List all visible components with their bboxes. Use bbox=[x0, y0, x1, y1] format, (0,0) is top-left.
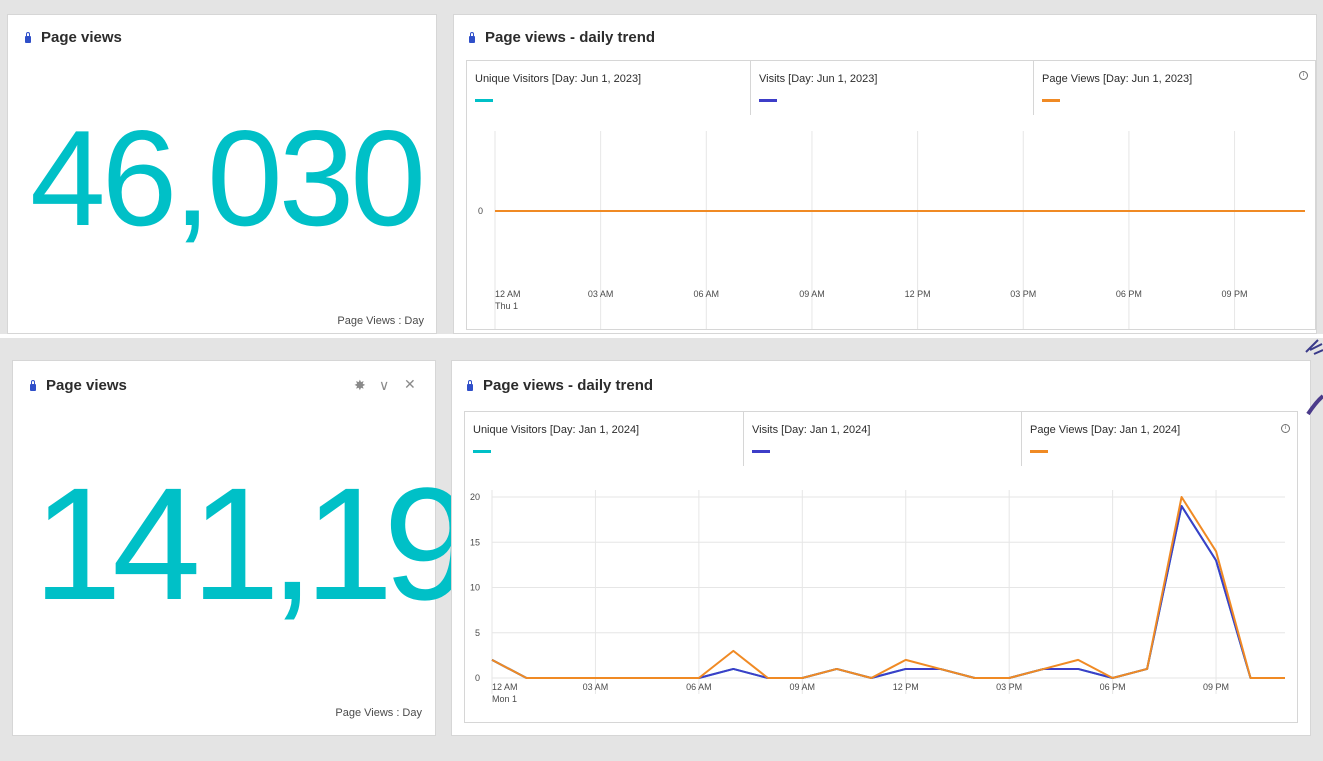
gear-icon[interactable]: ✸ bbox=[354, 378, 366, 392]
chevron-down-icon[interactable]: ∨ bbox=[379, 378, 389, 392]
trend-panel-bottom: Page views - daily trend Unique Visitors… bbox=[451, 360, 1311, 736]
x-tick-label: 09 AM bbox=[790, 682, 816, 692]
legend-item-visits[interactable]: Visits [Day: Jan 1, 2024] bbox=[743, 412, 1021, 466]
legend-item-unique-visitors[interactable]: Unique Visitors [Day: Jan 1, 2024] bbox=[465, 412, 743, 466]
info-icon[interactable]: i bbox=[1281, 424, 1290, 433]
legend-swatch bbox=[1030, 450, 1048, 453]
y-tick-label: 20 bbox=[470, 492, 480, 502]
divider bbox=[0, 334, 1323, 338]
lock-icon bbox=[30, 379, 36, 391]
x-tick-label: 06 AM bbox=[686, 682, 712, 692]
x-tick-label: 09 AM bbox=[799, 289, 825, 299]
chart-area: Unique Visitors [Day: Jun 1, 2023] Visit… bbox=[466, 60, 1316, 330]
x-tick-label: 12 AM bbox=[495, 289, 521, 299]
y-tick-label: 10 bbox=[470, 583, 480, 593]
x-tick-label: 06 PM bbox=[1116, 289, 1142, 299]
y-tick-label: 0 bbox=[478, 206, 483, 216]
legend-label: Page Views [Day: Jun 1, 2023] bbox=[1042, 73, 1193, 85]
top-edge bbox=[0, 0, 1323, 5]
x-tick-label: 06 PM bbox=[1100, 682, 1126, 692]
legend-item-page-views[interactable]: Page Views [Day: Jan 1, 2024] bbox=[1021, 412, 1299, 466]
x-tick-label: 03 PM bbox=[996, 682, 1022, 692]
legend-swatch bbox=[473, 450, 491, 453]
x-tick-label: 09 PM bbox=[1203, 682, 1229, 692]
chart-area: Unique Visitors [Day: Jan 1, 2024] Visit… bbox=[464, 411, 1298, 723]
kpi-panel-title: Page views bbox=[30, 377, 127, 394]
x-tick-label: 12 PM bbox=[905, 289, 931, 299]
legend-label: Visits [Day: Jun 1, 2023] bbox=[759, 73, 878, 85]
trend-panel-title-text: Page views - daily trend bbox=[483, 377, 654, 394]
kpi-value: 46,030 bbox=[30, 102, 426, 254]
bottom-edge bbox=[0, 746, 1323, 761]
line-chart-top: 12 AM 03 AM 06 AM 09 AM 12 PM 03 PM 06 PM 09 PM… bbox=[478, 131, 1305, 329]
x-tick-label: 12 AM bbox=[492, 682, 518, 692]
x-tick-label: 09 PM bbox=[1222, 289, 1248, 299]
trend-panel-title: Page views - daily trend bbox=[467, 377, 653, 394]
kpi-panel-bottom: Page views ✸ ∨ ✕ 141,193 Page Views : Da… bbox=[12, 360, 551, 736]
legend-label: Page Views [Day: Jan 1, 2024] bbox=[1030, 424, 1181, 436]
trend-panel-top: Page views - daily trend Unique Visitors… bbox=[453, 14, 1317, 334]
kpi-panel-title-text: Page views bbox=[46, 377, 127, 394]
kpi-panel-title-text: Page views bbox=[41, 29, 122, 46]
lock-icon bbox=[469, 31, 475, 43]
lock-icon bbox=[467, 379, 473, 391]
kpi-panel-title: Page views bbox=[25, 29, 122, 46]
legend-swatch bbox=[1042, 99, 1060, 102]
trend-panel-title-text: Page views - daily trend bbox=[485, 29, 656, 46]
x-date-label: Mon 1 bbox=[492, 694, 517, 704]
lock-icon bbox=[25, 31, 31, 43]
decorative-brush-mark bbox=[1305, 339, 1323, 416]
legend-swatch bbox=[759, 99, 777, 102]
x-date-label: Thu 1 bbox=[495, 301, 518, 311]
close-icon[interactable]: ✕ bbox=[404, 377, 416, 391]
legend-label: Visits [Day: Jan 1, 2024] bbox=[752, 424, 871, 436]
kpi-panel-top: Page views 46,030 Page Views : Day bbox=[7, 14, 437, 334]
legend-label: Unique Visitors [Day: Jun 1, 2023] bbox=[475, 73, 642, 85]
legend-item-visits[interactable]: Visits [Day: Jun 1, 2023] bbox=[750, 61, 1033, 115]
series-line[interactable] bbox=[491, 505, 1285, 679]
kpi-caption: Page Views : Day bbox=[335, 707, 422, 719]
x-tick-label: 12 PM bbox=[893, 682, 919, 692]
legend-swatch bbox=[475, 99, 493, 102]
series-line[interactable] bbox=[491, 505, 1285, 679]
line-chart-bottom: 12 AM 03 AM 06 AM 09 AM 12 PM 03 PM 06 PM 09 PM… bbox=[470, 490, 1285, 704]
x-tick-label: 03 AM bbox=[583, 682, 609, 692]
legend-swatch bbox=[752, 450, 770, 453]
trend-panel-title: Page views - daily trend bbox=[469, 29, 655, 46]
y-tick-label: 0 bbox=[475, 673, 480, 683]
x-tick-label: 06 AM bbox=[694, 289, 720, 299]
x-tick-label: 03 PM bbox=[1010, 289, 1036, 299]
legend-item-page-views[interactable]: Page Views [Day: Jun 1, 2023] bbox=[1033, 61, 1316, 115]
y-tick-label: 15 bbox=[470, 537, 480, 547]
info-icon[interactable]: i bbox=[1299, 71, 1308, 80]
x-tick-label: 03 AM bbox=[588, 289, 614, 299]
y-tick-label: 5 bbox=[475, 628, 480, 638]
legend-label: Unique Visitors [Day: Jan 1, 2024] bbox=[473, 424, 640, 436]
kpi-caption: Page Views : Day bbox=[337, 315, 424, 327]
legend-item-unique-visitors[interactable]: Unique Visitors [Day: Jun 1, 2023] bbox=[467, 61, 750, 115]
